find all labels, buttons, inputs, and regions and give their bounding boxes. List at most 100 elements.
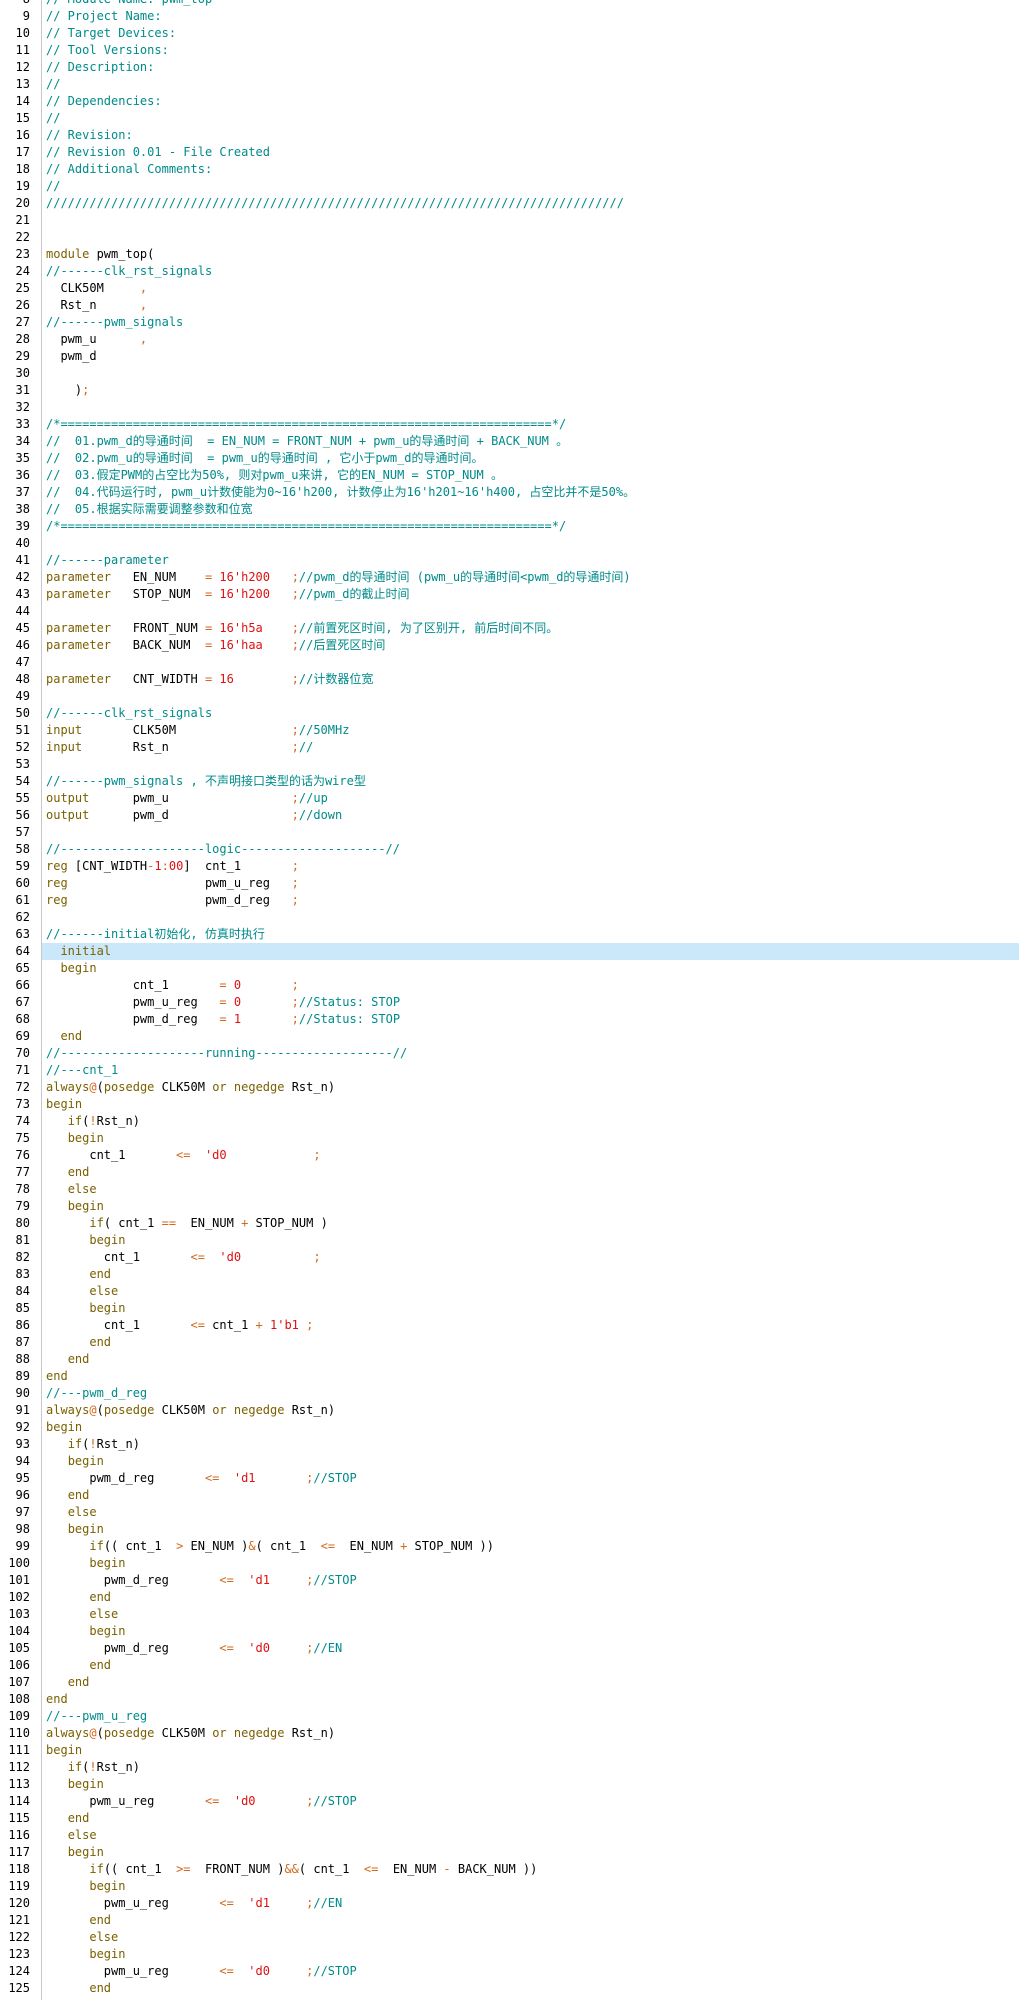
code-line[interactable]: 22 (0, 229, 1036, 246)
code-line[interactable]: 36 // 03.假定PWM的占空比为50%, 则对pwm_u来讲, 它的EN_N… (0, 467, 1036, 484)
code-line[interactable]: 13 // (0, 76, 1036, 93)
code-line[interactable]: 34 // 01.pwm_d的导通时间 = EN_NUM = FRONT_NUM … (0, 433, 1036, 450)
code-line[interactable]: 124 pwm_u_reg <= 'd0 ;//STOP (0, 1963, 1036, 1980)
code-line[interactable]: 75 begin (0, 1130, 1036, 1147)
code-line[interactable]: 123 begin (0, 1946, 1036, 1963)
code-line[interactable]: 46 parameter BACK_NUM = 16'haa ;//后置死区时间 (0, 637, 1036, 654)
code-line[interactable]: 40 (0, 535, 1036, 552)
code-line[interactable]: 71 //---cnt_1 (0, 1062, 1036, 1079)
code-line[interactable]: 88 end (0, 1351, 1036, 1368)
code-line[interactable]: 31 ); (0, 382, 1036, 399)
code-line[interactable]: 80 if( cnt_1 == EN_NUM + STOP_NUM ) (0, 1215, 1036, 1232)
code-line[interactable]: 116 else (0, 1827, 1036, 1844)
code-line[interactable]: 111 begin (0, 1742, 1036, 1759)
code-line[interactable]: 74 if(!Rst_n) (0, 1113, 1036, 1130)
code-line[interactable]: 98 begin (0, 1521, 1036, 1538)
code-line[interactable]: 89 end (0, 1368, 1036, 1385)
code-line[interactable]: 66 cnt_1 = 0 ; (0, 977, 1036, 994)
code-line[interactable]: 38 // 05.根据实际需要调整参数和位宽 (0, 501, 1036, 518)
code-line[interactable]: 47 (0, 654, 1036, 671)
code-line[interactable]: 56 output pwm_d ;//down (0, 807, 1036, 824)
code-line[interactable]: 85 begin (0, 1300, 1036, 1317)
code-line[interactable]: 25 CLK50M , (0, 280, 1036, 297)
code-line[interactable]: 57 (0, 824, 1036, 841)
code-line[interactable]: 114 pwm_u_reg <= 'd0 ;//STOP (0, 1793, 1036, 1810)
code-line[interactable]: 117 begin (0, 1844, 1036, 1861)
code-line[interactable]: 24 //------clk_rst_signals (0, 263, 1036, 280)
code-line[interactable]: 87 end (0, 1334, 1036, 1351)
code-line[interactable]: 82 cnt_1 <= 'd0 ; (0, 1249, 1036, 1266)
code-line[interactable]: 79 begin (0, 1198, 1036, 1215)
code-line[interactable]: 93 if(!Rst_n) (0, 1436, 1036, 1453)
code-line[interactable]: 113 begin (0, 1776, 1036, 1793)
code-line[interactable]: 115 end (0, 1810, 1036, 1827)
code-line[interactable]: 44 (0, 603, 1036, 620)
code-line[interactable]: 55 output pwm_u ;//up (0, 790, 1036, 807)
code-line[interactable]: 23 module pwm_top( (0, 246, 1036, 263)
code-line[interactable]: 39 /*====================================… (0, 518, 1036, 535)
code-line[interactable]: 9 // Project Name: (0, 8, 1036, 25)
code-editor[interactable]: 8 // Module Name: pwm_top 9 // Project Name… (0, 0, 1036, 2000)
code-line[interactable]: 45 parameter FRONT_NUM = 16'h5a ;//前置死区时间… (0, 620, 1036, 637)
code-line[interactable]: 33 /*====================================… (0, 416, 1036, 433)
code-line[interactable]: 92 begin (0, 1419, 1036, 1436)
code-line[interactable]: 59 reg [CNT_WIDTH-1:00] cnt_1 ; (0, 858, 1036, 875)
code-line[interactable]: 76 cnt_1 <= 'd0 ; (0, 1147, 1036, 1164)
code-line[interactable]: 103 else (0, 1606, 1036, 1623)
code-line[interactable]: 78 else (0, 1181, 1036, 1198)
code-line[interactable]: 112 if(!Rst_n) (0, 1759, 1036, 1776)
code-line[interactable]: 63 //------initial初始化, 仿真时执行 (0, 926, 1036, 943)
code-line[interactable]: 90 //---pwm_d_reg (0, 1385, 1036, 1402)
code-line[interactable]: 99 if(( cnt_1 > EN_NUM )&( cnt_1 <= EN_N… (0, 1538, 1036, 1555)
code-line[interactable]: 110 always@(posedge CLK50M or negedge Rst… (0, 1725, 1036, 1742)
code-line[interactable]: 43 parameter STOP_NUM = 16'h200 ;//pwm_d的… (0, 586, 1036, 603)
code-line[interactable]: 121 end (0, 1912, 1036, 1929)
code-line[interactable]: 77 end (0, 1164, 1036, 1181)
code-line[interactable]: 118 if(( cnt_1 >= FRONT_NUM )&&( cnt_1 <… (0, 1861, 1036, 1878)
code-line[interactable]: 27 //------pwm_signals (0, 314, 1036, 331)
code-line[interactable]: 17 // Revision 0.01 - File Created (0, 144, 1036, 161)
code-line[interactable]: 37 // 04.代码运行时, pwm_u计数使能为0~16'h200, 计数停止… (0, 484, 1036, 501)
code-line[interactable]: 62 (0, 909, 1036, 926)
code-line[interactable]: 125 end (0, 1980, 1036, 1997)
code-line[interactable]: 19 // (0, 178, 1036, 195)
code-line[interactable]: 50 //------clk_rst_signals (0, 705, 1036, 722)
code-line[interactable]: 102 end (0, 1589, 1036, 1606)
code-line[interactable]: 104 begin (0, 1623, 1036, 1640)
code-line[interactable]: 122 else (0, 1929, 1036, 1946)
code-line[interactable]: 109 //---pwm_u_reg (0, 1708, 1036, 1725)
code-line[interactable]: 73 begin (0, 1096, 1036, 1113)
code-line[interactable]: 120 pwm_u_reg <= 'd1 ;//EN (0, 1895, 1036, 1912)
code-line[interactable]: 97 else (0, 1504, 1036, 1521)
code-line[interactable]: 67 pwm_u_reg = 0 ;//Status: STOP (0, 994, 1036, 1011)
code-line[interactable]: 51 input CLK50M ;//50MHz (0, 722, 1036, 739)
code-line[interactable]: 30 (0, 365, 1036, 382)
code-line[interactable]: 28 pwm_u , (0, 331, 1036, 348)
code-line[interactable]: 15 // (0, 110, 1036, 127)
code-line[interactable]: 105 pwm_d_reg <= 'd0 ;//EN (0, 1640, 1036, 1657)
code-line[interactable]: 69 end (0, 1028, 1036, 1045)
code-line[interactable]: 95 pwm_d_reg <= 'd1 ;//STOP (0, 1470, 1036, 1487)
code-line-current[interactable]: 64 initial (0, 943, 1036, 960)
code-line[interactable]: 61 reg pwm_d_reg ; (0, 892, 1036, 909)
code-line[interactable]: 100 begin (0, 1555, 1036, 1572)
code-line[interactable]: 32 (0, 399, 1036, 416)
code-line[interactable]: 70 //--------------------running---------… (0, 1045, 1036, 1062)
code-line[interactable]: 11 // Tool Versions: (0, 42, 1036, 59)
code-line[interactable]: 84 else (0, 1283, 1036, 1300)
code-line[interactable]: 53 (0, 756, 1036, 773)
code-line[interactable]: 21 (0, 212, 1036, 229)
code-line[interactable]: 49 (0, 688, 1036, 705)
code-line[interactable]: 18 // Additional Comments: (0, 161, 1036, 178)
code-line[interactable]: 58 //--------------------logic-----------… (0, 841, 1036, 858)
code-line[interactable]: 29 pwm_d (0, 348, 1036, 365)
code-line[interactable]: 101 pwm_d_reg <= 'd1 ;//STOP (0, 1572, 1036, 1589)
code-area[interactable]: 8 // Module Name: pwm_top 9 // Project Name… (0, 0, 1036, 1997)
code-line[interactable]: 72 always@(posedge CLK50M or negedge Rst_… (0, 1079, 1036, 1096)
code-line[interactable]: 107 end (0, 1674, 1036, 1691)
code-line[interactable]: 106 end (0, 1657, 1036, 1674)
code-line[interactable]: 108 end (0, 1691, 1036, 1708)
code-line[interactable]: 83 end (0, 1266, 1036, 1283)
code-line[interactable]: 8 // Module Name: pwm_top (0, 0, 1036, 8)
code-line[interactable]: 119 begin (0, 1878, 1036, 1895)
